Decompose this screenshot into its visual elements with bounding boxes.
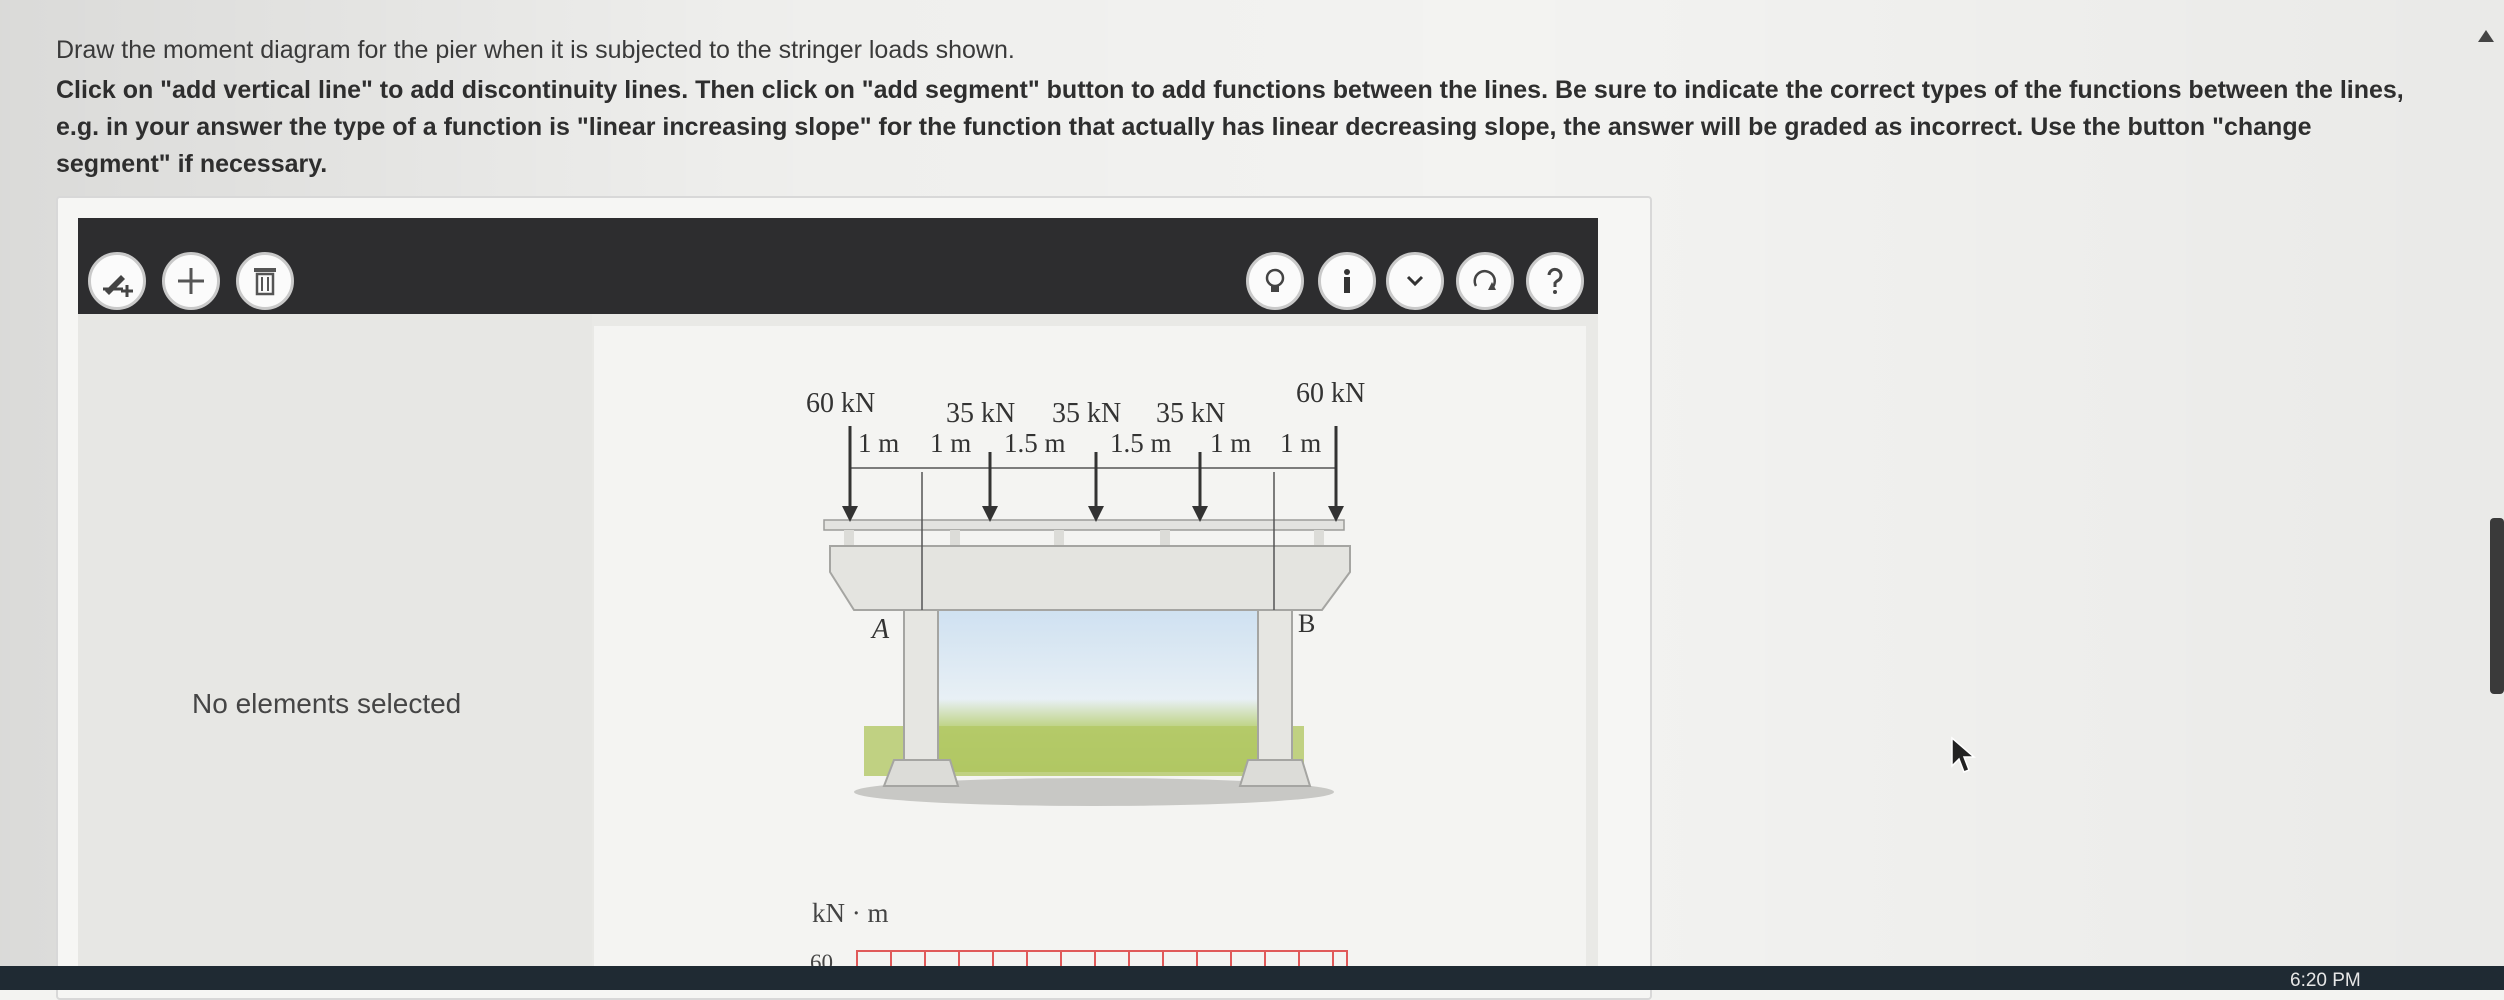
support-b-label: B — [1298, 609, 1315, 638]
info-button[interactable] — [1318, 252, 1376, 310]
pier-cap-beam — [829, 545, 1351, 611]
info-icon — [1344, 269, 1350, 293]
selection-status: No elements selected — [192, 688, 462, 719]
lightbulb-icon — [1265, 268, 1285, 292]
column-b — [1257, 609, 1293, 761]
load-arrow — [1328, 426, 1344, 522]
help-button[interactable] — [1526, 252, 1584, 310]
pier-figure: A B 60 kN 35 kN 35 kN 35 kN 60 kN 1 m 1 … — [806, 378, 1365, 806]
problem-prompt: Draw the moment diagram for the pier whe… — [56, 36, 1015, 64]
column-a — [903, 609, 939, 761]
add-segment-button[interactable] — [162, 252, 220, 310]
load-arrow — [842, 426, 858, 522]
scrollbar-thumb[interactable] — [2490, 518, 2504, 694]
plus-icon — [178, 268, 204, 294]
more-options-button[interactable] — [1386, 252, 1444, 310]
spacing-label: 1 m — [930, 428, 971, 458]
stringer-post — [844, 530, 854, 546]
stringer-post — [950, 530, 960, 546]
spacing-label: 1.5 m — [1110, 428, 1172, 458]
load-label: 60 kN — [806, 388, 875, 419]
taskbar — [0, 966, 2504, 990]
moment-axis-unit: kN · m — [812, 898, 889, 928]
delete-button[interactable] — [236, 252, 294, 310]
hint-button[interactable] — [1246, 252, 1304, 310]
load-label: 35 kN — [946, 398, 1015, 429]
spacing-label: 1 m — [858, 428, 899, 458]
load-arrow — [1192, 452, 1208, 522]
chevron-down-icon — [1406, 275, 1424, 287]
stringer-rail — [823, 519, 1345, 531]
selection-panel — [78, 314, 592, 990]
load-label: 35 kN — [1052, 398, 1121, 429]
pencil-plus-icon — [103, 275, 133, 297]
question-mark-icon — [1547, 267, 1563, 294]
spacing-label: 1 m — [1280, 428, 1321, 458]
support-a-label: A — [870, 614, 890, 645]
instructions-text: Click on "add vertical line" to add disc… — [56, 76, 2404, 178]
reset-button[interactable] — [1456, 252, 1514, 310]
scroll-up-arrow-icon[interactable] — [2478, 30, 2494, 42]
add-vertical-line-button[interactable] — [88, 252, 146, 310]
taskbar-clock[interactable]: 6:20 PM — [2290, 970, 2361, 992]
footing-a — [882, 759, 960, 787]
stringer-post — [1314, 530, 1324, 546]
footing-b — [1238, 759, 1312, 787]
load-label: 35 kN — [1156, 398, 1225, 429]
mouse-cursor-icon — [1951, 736, 1977, 773]
redo-arrow-icon — [1473, 269, 1496, 290]
load-label: 60 kN — [1296, 378, 1365, 409]
spacing-label: 1.5 m — [1004, 428, 1066, 458]
load-arrow — [1088, 452, 1104, 522]
stringer-post — [1160, 530, 1170, 546]
stringer-post — [1054, 530, 1064, 546]
spacing-label: 1 m — [1210, 428, 1251, 458]
trash-icon — [254, 268, 276, 296]
load-arrow — [982, 452, 998, 522]
